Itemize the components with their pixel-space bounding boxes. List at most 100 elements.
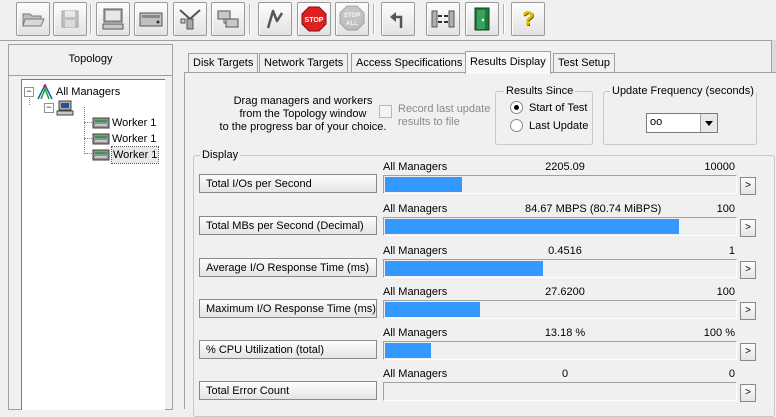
update-frequency-group: Update Frequency (seconds) oo — [603, 84, 757, 145]
all-managers-icon — [37, 84, 53, 100]
record-checkbox-box[interactable] — [379, 105, 392, 118]
metric-manager-label: All Managers — [383, 327, 448, 339]
record-label-line-1: Record last update — [398, 103, 491, 115]
metric-value-label: 84.67 MBPS (80.74 MiBPS) — [525, 203, 662, 215]
collapse-manager-toggle[interactable]: − — [44, 103, 54, 113]
stop-all-button[interactable]: STOP ALL — [335, 2, 369, 36]
metric-manager-label: All Managers — [383, 286, 448, 298]
tree-node-worker-1[interactable]: Worker 1 — [92, 115, 156, 131]
start-green-flag-icon — [266, 9, 284, 29]
disconnect-button[interactable] — [426, 2, 460, 36]
metric-max-label: 1 — [728, 245, 735, 257]
exit-door-icon — [474, 7, 490, 31]
start-tests-button[interactable] — [258, 2, 292, 36]
disk-worker-icon — [92, 117, 110, 129]
stop-all-text-top: STOP — [344, 13, 360, 19]
duplicate-worker-icon — [217, 10, 239, 28]
reset-workers-button[interactable] — [381, 2, 415, 36]
topology-header: Topology — [9, 45, 172, 76]
metric-value-label: 0 — [561, 368, 569, 380]
metric-manager-label: All Managers — [383, 368, 448, 380]
disconnect-managers-icon — [431, 10, 455, 28]
record-results-checkbox[interactable]: Record last update results to file — [379, 103, 490, 129]
metric-select-button[interactable]: % CPU Utilization (total) — [199, 340, 377, 359]
radio-last-update-indicator[interactable] — [510, 119, 523, 132]
metric-select-button[interactable]: Average I/O Response Time (ms) — [199, 258, 377, 277]
save-disk-icon — [61, 10, 79, 28]
worker-label: Worker 1 — [112, 117, 157, 129]
metric-more-button[interactable]: > — [740, 384, 756, 402]
metric-manager-label: All Managers — [383, 245, 448, 257]
start-manager-button[interactable] — [96, 2, 130, 36]
metric-max-label: 0 — [728, 368, 735, 380]
collapse-root-toggle[interactable]: − — [24, 87, 34, 97]
dropdown-arrow-icon[interactable] — [700, 114, 717, 132]
metric-progress-fill — [385, 261, 543, 276]
drag-text-line-3: to the progress bar of your choice. — [219, 121, 387, 133]
tab-test-setup[interactable]: Test Setup — [553, 53, 615, 73]
radio-start-of-test-indicator[interactable] — [510, 101, 523, 114]
new-network-worker-icon — [179, 9, 201, 30]
new-disk-worker-button[interactable] — [134, 2, 168, 36]
radio-start-of-test-label: Start of Test — [529, 101, 588, 114]
update-frequency-select[interactable]: oo — [646, 113, 718, 133]
display-new-manager-icon — [102, 8, 124, 30]
radio-start-of-test[interactable]: Start of Test — [510, 101, 588, 114]
new-disk-worker-icon — [139, 12, 163, 27]
metric-more-button[interactable]: > — [740, 302, 756, 320]
metric-more-button[interactable]: > — [740, 343, 756, 361]
tree-node-worker-3[interactable]: Worker 1 — [92, 146, 160, 164]
topology-panel: Topology − All Managers − Worker 1 Worke… — [8, 44, 173, 410]
metric-select-button[interactable]: Maximum I/O Response Time (ms) — [199, 299, 377, 318]
open-button[interactable] — [16, 2, 50, 36]
help-button[interactable]: ? — [511, 2, 545, 36]
stop-text: STOP — [305, 17, 324, 24]
drag-instructions: Drag managers and workers from the Topol… — [203, 95, 403, 134]
metric-select-button[interactable]: Total MBs per Second (Decimal) — [199, 216, 377, 235]
metric-progress-bar — [383, 217, 737, 236]
metric-select-button[interactable]: Total Error Count — [199, 381, 377, 400]
metric-more-button[interactable]: > — [740, 261, 756, 279]
all-managers-label: All Managers — [56, 86, 121, 98]
tab-network-targets[interactable]: Network Targets — [259, 53, 349, 73]
metric-more-button[interactable]: > — [740, 219, 756, 237]
tab-disk-targets[interactable]: Disk Targets — [188, 53, 259, 73]
toolbar: STOP STOP ALL ? — [0, 0, 776, 41]
duplicate-worker-button[interactable] — [211, 2, 245, 36]
metric-progress-bar — [383, 300, 737, 319]
metric-max-label: 100 % — [703, 327, 735, 339]
tree-node-all-managers[interactable]: − All Managers — [24, 84, 120, 100]
update-frequency-title: Update Frequency (seconds) — [610, 84, 756, 98]
metric-max-label: 100 — [716, 203, 735, 215]
topology-tree[interactable]: − All Managers − Worker 1 Worker 1 Worke… — [21, 79, 165, 410]
disk-worker-icon — [92, 133, 110, 145]
disk-worker-icon — [92, 149, 110, 161]
manager-computer-icon — [56, 100, 74, 116]
radio-last-update[interactable]: Last Update — [510, 119, 588, 132]
tree-node-manager[interactable]: − — [44, 100, 74, 116]
drag-text-line-1: Drag managers and workers — [233, 95, 373, 107]
stop-button[interactable]: STOP — [297, 2, 331, 36]
metric-progress-bar — [383, 382, 737, 401]
results-since-title: Results Since — [504, 84, 576, 98]
metric-select-button[interactable]: Total I/Os per Second — [199, 174, 377, 193]
tab-results-display[interactable]: Results Display — [465, 51, 551, 74]
metric-progress-fill — [385, 343, 431, 358]
open-folder-icon — [22, 13, 45, 27]
metric-progress-bar — [383, 259, 737, 278]
tree-node-worker-2[interactable]: Worker 1 — [92, 131, 156, 147]
update-frequency-value: oo — [650, 116, 663, 128]
metric-value-label: 0.4516 — [548, 245, 582, 257]
new-network-worker-button[interactable] — [173, 2, 207, 36]
metric-max-label: 10000 — [704, 161, 735, 173]
tab-access-specifications[interactable]: Access Specifications — [351, 53, 468, 73]
metric-manager-label: All Managers — [383, 161, 448, 173]
metric-progress-bar — [383, 341, 737, 360]
exit-button[interactable] — [465, 2, 499, 36]
metric-progress-fill — [385, 219, 679, 234]
metric-more-button[interactable]: > — [740, 177, 756, 195]
metric-max-label: 100 — [716, 286, 735, 298]
results-display-panel: Drag managers and workers from the Topol… — [184, 72, 776, 417]
record-label-line-2: results to file — [398, 116, 460, 128]
save-button[interactable] — [53, 2, 87, 36]
